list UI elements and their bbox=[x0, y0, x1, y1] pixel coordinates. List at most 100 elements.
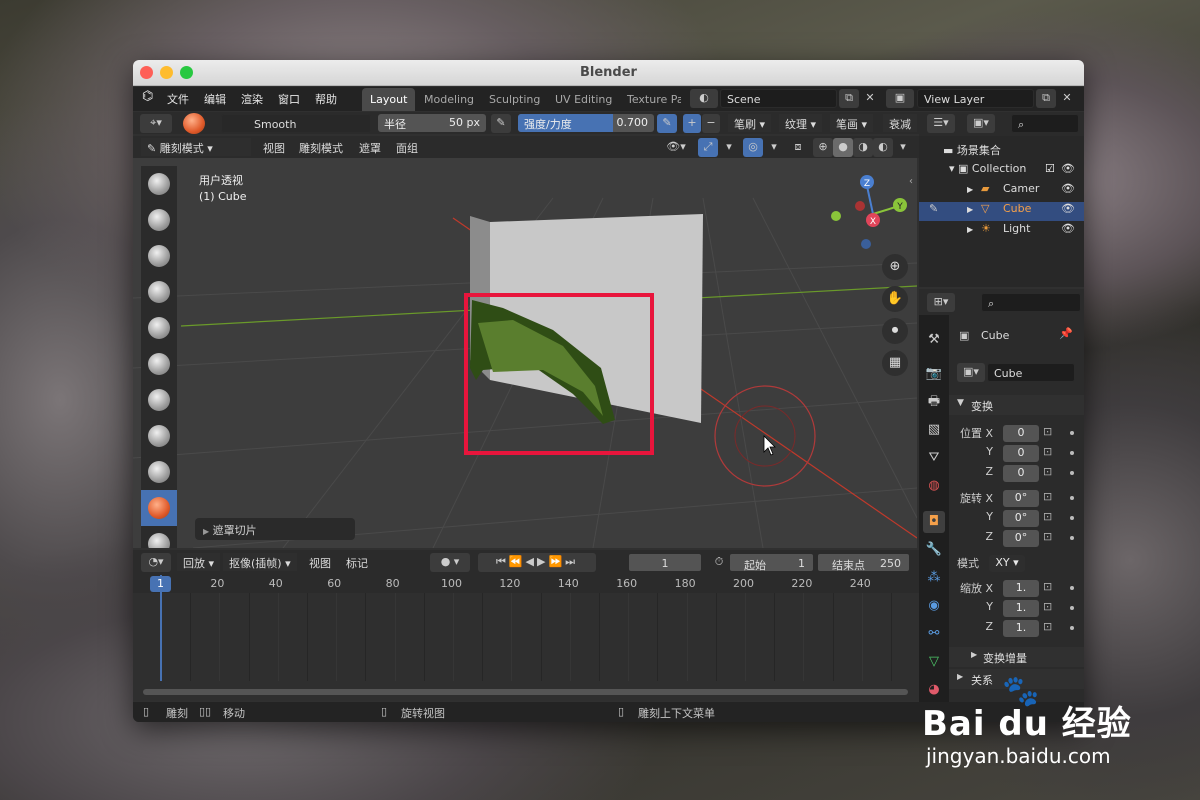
scene-name-field[interactable]: Scene bbox=[720, 89, 837, 108]
playback-menu[interactable]: 回放 ▾ bbox=[177, 553, 221, 571]
tool-tab-icon[interactable]: ⚒ bbox=[923, 329, 945, 351]
material-shading-icon[interactable]: ◑ bbox=[853, 138, 873, 157]
constraints-tab-icon[interactable]: ⚯ bbox=[923, 623, 945, 645]
overlay-dropdown-icon[interactable]: ▾ bbox=[764, 138, 784, 157]
view-layer-field[interactable]: View Layer bbox=[917, 89, 1034, 108]
3d-viewport[interactable]: 用户透视 (1) Cube Z Y X ⊕ ✋ ⏺ ▦ ‹ ▶ 遮罩切片 bbox=[133, 158, 917, 548]
scale-y-field[interactable]: 1. bbox=[1003, 600, 1039, 617]
delta-transform-subpanel[interactable]: ▶ 变换增量 bbox=[949, 647, 1084, 667]
radius-slider[interactable]: 半径 50 px bbox=[378, 114, 486, 132]
keying-menu[interactable]: 抠像(插帧) ▾ bbox=[223, 553, 297, 571]
mask-slice-panel[interactable]: ▶ 遮罩切片 bbox=[195, 518, 355, 540]
rotation-y-field[interactable]: 0° bbox=[1003, 510, 1039, 527]
keyframe-dot-icon[interactable] bbox=[1070, 626, 1074, 630]
object-tab-icon[interactable]: ◘ bbox=[923, 511, 945, 533]
menu-view[interactable]: 视图 bbox=[257, 138, 291, 156]
render-tab-icon[interactable]: 📷 bbox=[923, 363, 945, 385]
transform-panel-header[interactable]: ▼ 变换 bbox=[949, 395, 1084, 415]
lock-icon[interactable]: ⊡ bbox=[1043, 465, 1052, 478]
end-frame-field[interactable]: 结束点 250 bbox=[817, 553, 910, 572]
visibility-icon[interactable]: 👁 bbox=[1061, 182, 1075, 195]
draw-sharp-brush-tool[interactable] bbox=[141, 202, 177, 238]
record-keyframe-icon[interactable]: ● ▾ bbox=[430, 553, 470, 572]
gizmo-dropdown-icon[interactable]: ▾ bbox=[719, 138, 739, 157]
physics-tab-icon[interactable]: ◉ bbox=[923, 595, 945, 617]
menu-help[interactable]: 帮助 bbox=[315, 91, 337, 107]
outliner-search-field[interactable]: ⌕ bbox=[1011, 114, 1079, 133]
scale-z-field[interactable]: 1. bbox=[1003, 620, 1039, 637]
tab-layout[interactable]: Layout bbox=[362, 88, 416, 111]
rotation-x-field[interactable]: 0° bbox=[1003, 490, 1039, 507]
blob-brush-tool[interactable] bbox=[141, 382, 177, 418]
inflate-brush-tool[interactable] bbox=[141, 346, 177, 382]
keyframe-dot-icon[interactable] bbox=[1070, 536, 1074, 540]
collection-row[interactable]: ▾ ▣ Collection ☑ 👁 bbox=[949, 162, 1084, 175]
lock-icon[interactable]: ⊡ bbox=[1043, 510, 1052, 523]
tab-modeling[interactable]: Modeling bbox=[416, 88, 482, 111]
rotation-z-field[interactable]: 0° bbox=[1003, 530, 1039, 547]
sidebar-toggle-icon[interactable]: ‹ bbox=[909, 176, 913, 187]
shading-dropdown-icon[interactable]: ▾ bbox=[893, 138, 913, 157]
menu-file[interactable]: 文件 bbox=[167, 91, 189, 107]
world-tab-icon[interactable]: ◍ bbox=[923, 475, 945, 497]
radius-pressure-icon[interactable]: ✎ bbox=[491, 114, 511, 133]
zoom-icon[interactable]: ⊕ bbox=[882, 254, 908, 280]
keyframe-dot-icon[interactable] bbox=[1070, 586, 1074, 590]
start-frame-field[interactable]: 起始 1 bbox=[729, 553, 814, 572]
outliner-item-light[interactable]: ▶ ☀ Light 👁 bbox=[919, 222, 1084, 241]
lock-icon[interactable]: ⊡ bbox=[1043, 530, 1052, 543]
scale-x-field[interactable]: 1. bbox=[1003, 580, 1039, 597]
keyframe-dot-icon[interactable] bbox=[1070, 471, 1074, 475]
properties-editor-type-icon[interactable]: ⊞▾ bbox=[927, 293, 955, 312]
scene-tab-icon[interactable]: ⛛ bbox=[923, 447, 945, 469]
timeline-area[interactable]: 20 40 60 80 100 120 140 160 180 200 220 240 1 bbox=[133, 575, 922, 701]
scene-selector-icon[interactable]: ◐ bbox=[690, 89, 718, 108]
output-tab-icon[interactable]: 🖶 bbox=[923, 391, 945, 413]
modifier-tab-icon[interactable]: 🔧 bbox=[923, 539, 945, 561]
data-type-icon[interactable]: ▣▾ bbox=[957, 363, 985, 382]
location-x-field[interactable]: 0 bbox=[1003, 425, 1039, 442]
view-layer-tab-icon[interactable]: ▧ bbox=[923, 419, 945, 441]
blender-logo-icon[interactable]: ⌬ bbox=[142, 89, 153, 104]
brush-name-field[interactable]: Smooth bbox=[221, 114, 371, 133]
pan-hand-icon[interactable]: ✋ bbox=[882, 286, 908, 312]
marker-menu[interactable]: 标记 bbox=[340, 553, 374, 571]
texture-menu[interactable]: 纹理 ▾ bbox=[779, 114, 823, 132]
particles-tab-icon[interactable]: ⁂ bbox=[923, 567, 945, 589]
tab-uv-editing[interactable]: UV Editing bbox=[547, 88, 620, 111]
keyframe-dot-icon[interactable] bbox=[1070, 606, 1074, 610]
mode-selector[interactable]: ✎ 雕刻模式 ▾ bbox=[141, 138, 251, 156]
ortho-grid-icon[interactable]: ▦ bbox=[882, 350, 908, 376]
flatten-brush-tool[interactable] bbox=[141, 454, 177, 490]
clay-brush-tool[interactable] bbox=[141, 238, 177, 274]
gizmo-toggle-icon[interactable]: ⤢ bbox=[698, 138, 718, 157]
lock-icon[interactable]: ⊡ bbox=[1043, 425, 1052, 438]
lock-icon[interactable]: ⊡ bbox=[1043, 445, 1052, 458]
frame-ruler[interactable]: 20 40 60 80 100 120 140 160 180 200 220 240 bbox=[133, 575, 919, 593]
lock-icon[interactable]: ⊡ bbox=[1043, 490, 1052, 503]
location-z-field[interactable]: 0 bbox=[1003, 465, 1039, 482]
brush-preview-icon[interactable] bbox=[183, 113, 205, 134]
visibility-icon[interactable]: 👁 bbox=[1061, 202, 1075, 215]
draw-brush-tool[interactable] bbox=[141, 166, 177, 202]
falloff-menu[interactable]: 衰减 bbox=[883, 114, 917, 132]
menu-window[interactable]: 窗口 bbox=[278, 91, 300, 107]
collection-visibility-icon[interactable]: 👁 bbox=[1061, 162, 1075, 175]
outliner-item-camera[interactable]: ▶ ▰ Camer 👁 bbox=[919, 182, 1084, 201]
delete-view-layer-icon[interactable]: ✕ bbox=[1057, 89, 1077, 108]
keyframe-dot-icon[interactable] bbox=[1070, 496, 1074, 500]
clay-strips-brush-tool[interactable] bbox=[141, 274, 177, 310]
navigation-gizmo[interactable]: Z Y X bbox=[823, 164, 913, 254]
timeline-scrollbar[interactable] bbox=[143, 689, 908, 695]
timeline-editor-type-icon[interactable]: ◔▾ bbox=[141, 553, 171, 572]
visibility-icon[interactable]: 👁 bbox=[1061, 222, 1075, 235]
overlay-toggle-icon[interactable]: ◎ bbox=[743, 138, 763, 157]
delete-scene-icon[interactable]: ✕ bbox=[860, 89, 880, 108]
outliner-item-cube[interactable]: ✎ ▶ ▽ Cube 👁 bbox=[919, 202, 1084, 221]
direction-add-button[interactable]: + bbox=[683, 114, 701, 133]
lock-icon[interactable]: ⊡ bbox=[1043, 580, 1052, 593]
menu-sculpt[interactable]: 雕刻模式 bbox=[293, 138, 349, 156]
new-view-layer-icon[interactable]: ⧉ bbox=[1036, 89, 1056, 108]
layer-brush-tool[interactable] bbox=[141, 310, 177, 346]
timer-icon[interactable]: ⏱ bbox=[709, 553, 729, 572]
